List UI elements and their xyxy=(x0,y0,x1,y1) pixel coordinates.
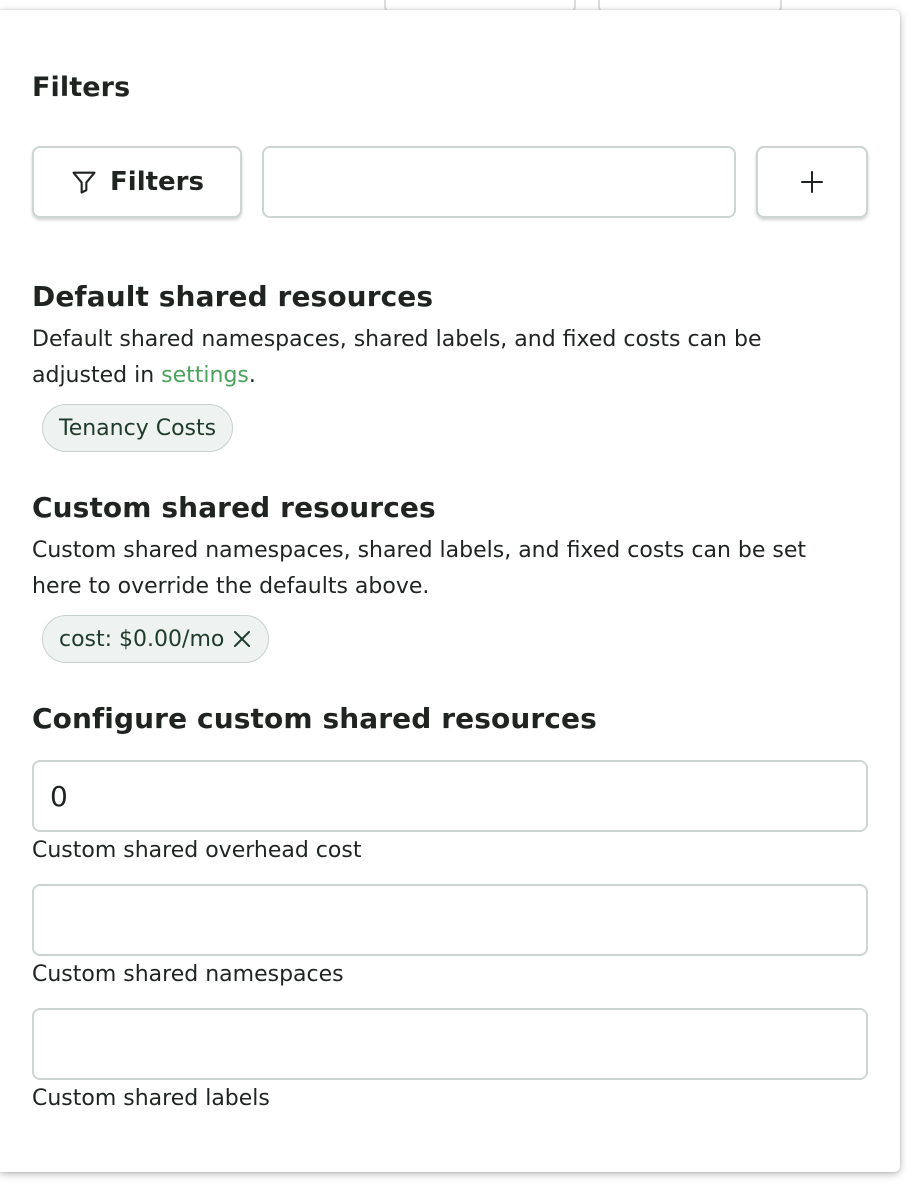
labels-input[interactable] xyxy=(32,1008,868,1080)
close-icon[interactable] xyxy=(232,629,252,649)
filters-button-label: Filters xyxy=(110,167,204,197)
tenancy-costs-chip-label: Tenancy Costs xyxy=(59,415,217,441)
filter-input[interactable] xyxy=(262,146,736,218)
overhead-cost-label: Custom shared overhead cost xyxy=(32,838,362,863)
filters-panel: Filters Filters Default shared resources… xyxy=(0,10,900,1172)
cost-chip: cost: $0.00/mo xyxy=(42,615,270,663)
overhead-cost-input[interactable] xyxy=(32,760,868,832)
default-shared-desc-text: Default shared namespaces, shared labels… xyxy=(32,327,762,388)
default-shared-desc-end: . xyxy=(248,363,256,388)
default-shared-title: Default shared resources xyxy=(32,280,434,313)
labels-label: Custom shared labels xyxy=(32,1086,270,1111)
funnel-icon xyxy=(70,168,98,196)
configure-title: Configure custom shared resources xyxy=(32,702,597,735)
filters-button[interactable]: Filters xyxy=(32,146,242,218)
tenancy-costs-chip: Tenancy Costs xyxy=(42,404,234,452)
custom-shared-title: Custom shared resources xyxy=(32,491,436,524)
cost-chip-label: cost: $0.00/mo xyxy=(59,626,225,652)
default-shared-description: Default shared namespaces, shared labels… xyxy=(32,322,862,394)
plus-icon xyxy=(800,170,824,194)
settings-link[interactable]: settings xyxy=(161,363,249,388)
namespaces-input[interactable] xyxy=(32,884,868,956)
namespaces-label: Custom shared namespaces xyxy=(32,962,344,987)
add-filter-button[interactable] xyxy=(756,146,868,218)
filters-title: Filters xyxy=(32,72,131,103)
custom-shared-description: Custom shared namespaces, shared labels,… xyxy=(32,538,806,599)
